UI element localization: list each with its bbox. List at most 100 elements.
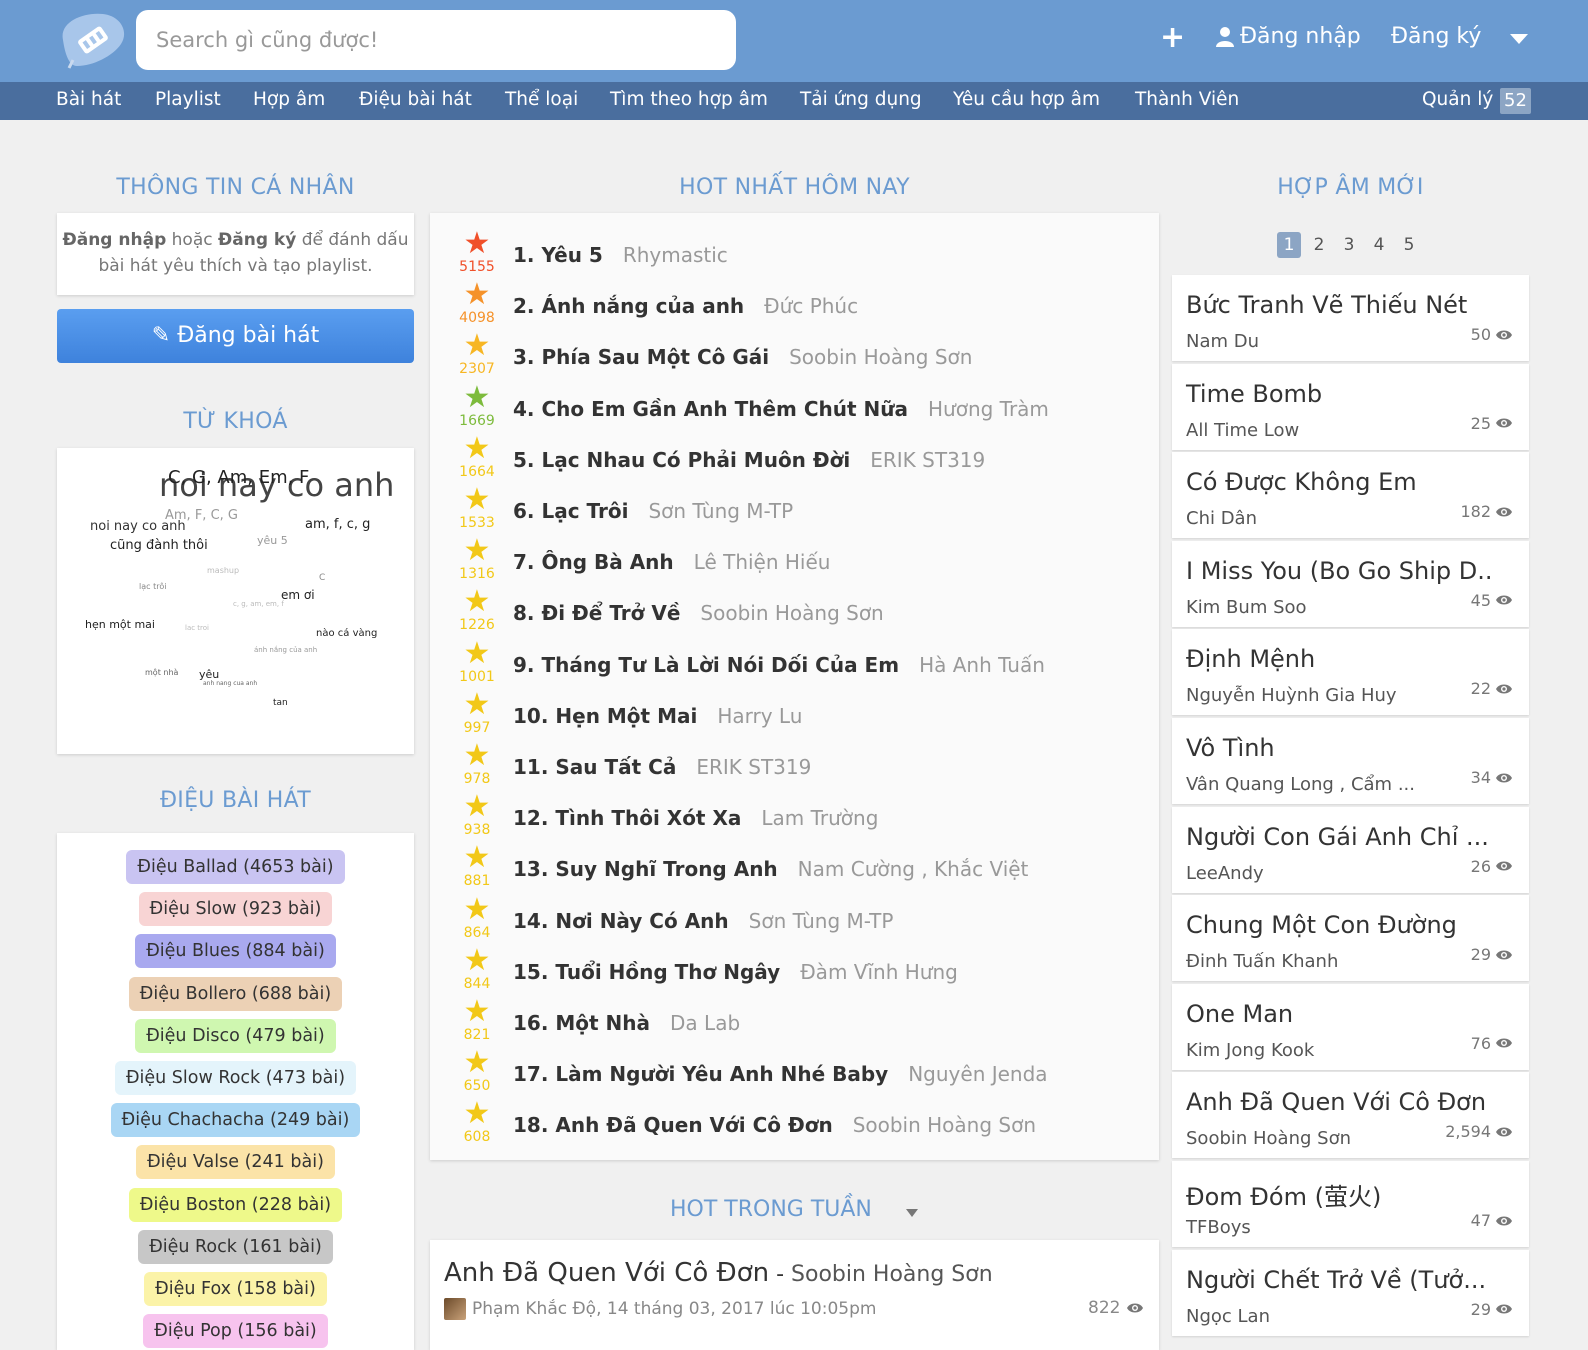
song-artist[interactable]: Nam Cường , Khắc Việt xyxy=(798,857,1029,881)
hot-song-title[interactable]: 18. Anh Đã Quen Với Cô Đơn Soobin Hoàng S… xyxy=(513,1113,1036,1137)
hot-song-row[interactable]: ★ 1316 7. Ông Bà Anh Lê Thiện Hiếu xyxy=(430,536,1159,586)
hot-song-title[interactable]: 6. Lạc Trôi Sơn Tùng M-TP xyxy=(513,499,793,523)
new-chord-item[interactable]: One Man Kim Jong Kook 76 xyxy=(1172,983,1529,1070)
post-song-button[interactable]: ✎ Đăng bài hát xyxy=(57,309,414,363)
genre-pill-label[interactable]: Điệu Blues (884 bài) xyxy=(135,934,336,969)
keyword[interactable]: mashup xyxy=(207,566,239,575)
keyword[interactable]: ánh nắng của anh xyxy=(254,646,317,654)
hot-song-title[interactable]: 5. Lạc Nhau Có Phải Muôn Đời ERIK ST319 xyxy=(513,448,985,472)
new-chord-item[interactable]: Có Được Không Em Chi Dân 182 xyxy=(1172,452,1529,539)
keyword[interactable]: tan xyxy=(273,698,288,708)
hot-song-title[interactable]: 8. Đi Để Trở Về Soobin Hoàng Sơn xyxy=(513,601,884,625)
hot-song-row[interactable]: ★ 1533 6. Lạc Trôi Sơn Tùng M-TP xyxy=(430,485,1159,535)
new-chord-item[interactable]: Đom Đóm (萤火) TFBoys 47 xyxy=(1172,1161,1529,1247)
hot-week-item[interactable]: Anh Đã Quen Với Cô Đơn - Soobin Hoàng Sơ… xyxy=(430,1240,1159,1350)
hot-song-title[interactable]: 2. Ánh nắng của anh Đức Phúc xyxy=(513,294,858,318)
new-chord-title[interactable]: One Man xyxy=(1186,1000,1293,1028)
keyword[interactable]: một nhà xyxy=(145,668,178,677)
song-artist[interactable]: Soobin Hoàng Sơn xyxy=(700,601,883,625)
new-chord-title[interactable]: Bức Tranh Vẽ Thiếu Nét xyxy=(1186,291,1467,319)
new-chord-item[interactable]: Vô Tình Vân Quang Long , Cẩm ... 34 xyxy=(1172,718,1529,804)
hot-song-row[interactable]: ★ 2307 3. Phía Sau Một Cô Gái Soobin Hoàng … xyxy=(430,331,1159,381)
new-chord-title[interactable]: Người Chết Trở Về (Tưở... xyxy=(1186,1266,1486,1294)
pagination-page[interactable]: 1 xyxy=(1277,232,1301,258)
keyword[interactable]: noi nay co anh xyxy=(90,519,186,534)
hot-song-title[interactable]: 10. Hẹn Một Mai Harry Lu xyxy=(513,704,802,728)
hot-song-title[interactable]: 15. Tuổi Hồng Thơ Ngây Đàm Vĩnh Hưng xyxy=(513,960,958,984)
nav-playlist[interactable]: Playlist xyxy=(155,89,221,110)
hot-song-title[interactable]: 13. Suy Nghĩ Trong Anh Nam Cường , Khắc V… xyxy=(513,857,1028,881)
new-chord-item[interactable]: Time Bomb All Time Low 25 xyxy=(1172,363,1529,450)
new-chord-item[interactable]: Chung Một Con Đường Đinh Tuấn Khanh 29 xyxy=(1172,895,1529,982)
song-artist[interactable]: Harry Lu xyxy=(717,704,802,728)
genre-pill-label[interactable]: Điệu Slow Rock (473 bài) xyxy=(114,1061,357,1095)
keyword[interactable]: am, f, c, g xyxy=(305,517,370,532)
new-chord-artist[interactable]: TFBoys xyxy=(1186,1217,1251,1238)
new-chord-artist[interactable]: All Time Low xyxy=(1186,420,1299,441)
genre-pill-label[interactable]: Điệu Disco (479 bài) xyxy=(135,1018,336,1053)
song-artist[interactable]: Đức Phúc xyxy=(764,294,858,318)
keyword[interactable]: lac troi xyxy=(185,624,209,632)
song-artist[interactable]: Sơn Tùng M-TP xyxy=(749,909,894,933)
nav-manage[interactable]: Quản lý xyxy=(1422,89,1493,110)
hot-song-title[interactable]: 17. Làm Người Yêu Anh Nhé Baby Nguyên Jen… xyxy=(513,1062,1048,1086)
keyword[interactable]: yêu 5 xyxy=(257,534,288,547)
new-chord-title[interactable]: Định Mệnh xyxy=(1186,645,1315,673)
genre-pill-label[interactable]: Điệu Slow (923 bài) xyxy=(138,892,333,927)
hot-song-title[interactable]: 3. Phía Sau Một Cô Gái Soobin Hoàng Sơn xyxy=(513,345,972,369)
genre-pill-label[interactable]: Điệu Ballad (4653 bài) xyxy=(126,850,345,884)
guitar-pick-logo-icon[interactable] xyxy=(55,10,127,72)
hot-song-row[interactable]: ★ 1001 9. Tháng Tư Là Lời Nói Dối Của Em Hà… xyxy=(430,638,1159,689)
new-chord-artist[interactable]: Nam Du xyxy=(1186,331,1259,352)
hot-song-title[interactable]: 1. Yêu 5 Rhymastic xyxy=(513,243,728,267)
pagination-page[interactable]: 3 xyxy=(1337,232,1361,258)
new-chord-item[interactable]: Định Mệnh Nguyễn Huỳnh Gia Huy 22 xyxy=(1172,629,1529,716)
hot-song-title[interactable]: 11. Sau Tất Cả ERIK ST319 xyxy=(513,755,811,779)
genre-pill-label[interactable]: Điệu Rock (161 bài) xyxy=(138,1229,333,1264)
new-chord-artist[interactable]: Soobin Hoàng Sơn xyxy=(1186,1128,1351,1149)
new-chord-item[interactable]: Anh Đã Quen Với Cô Đơn Soobin Hoàng Sơn 2,… xyxy=(1172,1072,1529,1159)
hot-song-row[interactable]: ★ 608 18. Anh Đã Quen Với Cô Đơn Soobin Hoà… xyxy=(430,1099,1159,1149)
pagination-page[interactable]: 4 xyxy=(1367,232,1391,258)
song-artist[interactable]: Sơn Tùng M-TP xyxy=(648,499,793,523)
nav-tai-ung-dung[interactable]: Tải ứng dụng xyxy=(800,89,922,110)
nav-bai-hat[interactable]: Bài hát xyxy=(56,89,121,110)
hot-song-row[interactable]: ★ 844 15. Tuổi Hồng Thơ Ngây Đàm Vĩnh Hưng xyxy=(430,945,1159,996)
hot-song-row[interactable]: ★ 5155 1. Yêu 5 Rhymastic xyxy=(430,229,1159,279)
hot-song-title[interactable]: 16. Một Nhà Da Lab xyxy=(513,1011,740,1035)
keyword[interactable]: nào cá vàng xyxy=(316,628,377,639)
keyword[interactable]: C xyxy=(319,573,325,583)
new-chord-artist[interactable]: Vân Quang Long , Cẩm ... xyxy=(1186,774,1415,795)
hot-week-title[interactable]: HOT TRONG TUẦN xyxy=(670,1197,872,1222)
genre-pill-label[interactable]: Điệu Valse (241 bài) xyxy=(136,1145,335,1180)
new-chord-title[interactable]: Có Được Không Em xyxy=(1186,468,1417,496)
login-link[interactable]: Đăng nhập xyxy=(1216,24,1361,49)
hot-week-song-title[interactable]: Anh Đã Quen Với Cô Đơn - Soobin Hoàng Sơ… xyxy=(444,1258,993,1288)
new-chord-artist[interactable]: Ngọc Lan xyxy=(1186,1306,1270,1327)
add-plus-icon[interactable]: + xyxy=(1160,20,1185,56)
genre-pill-label[interactable]: Điệu Chachacha (249 bài) xyxy=(110,1103,361,1138)
new-chord-title[interactable]: Vô Tình xyxy=(1186,734,1275,762)
register-link[interactable]: Đăng ký xyxy=(1391,24,1481,49)
new-chord-artist[interactable]: LeeAndy xyxy=(1186,863,1264,884)
caret-down-icon[interactable] xyxy=(1510,34,1528,44)
hot-song-title[interactable]: 12. Tình Thôi Xót Xa Lam Trường xyxy=(513,806,878,830)
new-chord-artist[interactable]: Kim Jong Kook xyxy=(1186,1040,1314,1061)
genre-pill-label[interactable]: Điệu Boston (228 bài) xyxy=(128,1187,343,1222)
new-chord-item[interactable]: I Miss You (Bo Go Ship D.. Kim Bum Soo 45 xyxy=(1172,540,1529,627)
hot-song-row[interactable]: ★ 978 11. Sau Tất Cả ERIK ST319 xyxy=(430,741,1159,791)
song-artist[interactable]: Hương Tràm xyxy=(928,397,1049,421)
nav-yeu-cau-hop-am[interactable]: Yêu cầu hợp âm xyxy=(953,89,1100,110)
keyword[interactable]: C, G, Am, Em, F xyxy=(168,467,309,488)
hot-song-row[interactable]: ★ 938 12. Tình Thôi Xót Xa Lam Trường xyxy=(430,792,1159,842)
new-chord-title[interactable]: I Miss You (Bo Go Ship D.. xyxy=(1186,557,1492,585)
song-artist[interactable]: ERIK ST319 xyxy=(870,448,985,472)
hot-song-title[interactable]: 14. Nơi Này Có Anh Sơn Tùng M-TP xyxy=(513,909,893,933)
genre-pill-label[interactable]: Điệu Bollero (688 bài) xyxy=(128,976,343,1011)
hot-song-row[interactable]: ★ 1226 8. Đi Để Trở Về Soobin Hoàng Sơn xyxy=(430,587,1159,637)
hot-song-row[interactable]: ★ 881 13. Suy Nghĩ Trong Anh Nam Cường , Kh… xyxy=(430,843,1159,893)
hot-song-row[interactable]: ★ 997 10. Hẹn Một Mai Harry Lu xyxy=(430,689,1159,740)
song-artist[interactable]: Nguyên Jenda xyxy=(908,1062,1047,1086)
genre-pill-label[interactable]: Điệu Fox (158 bài) xyxy=(144,1272,327,1306)
login-note-register-link[interactable]: Đăng ký xyxy=(218,230,296,250)
